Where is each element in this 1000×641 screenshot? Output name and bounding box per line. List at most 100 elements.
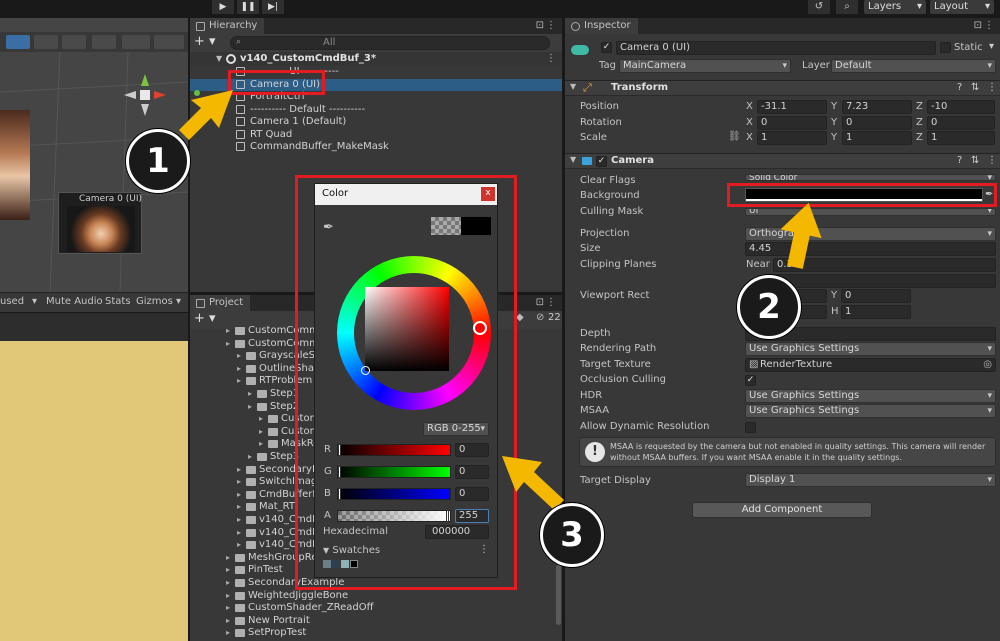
layout-dropdown[interactable]: Layout ▾ [930, 0, 994, 14]
add-button[interactable]: + ▾ [194, 34, 216, 50]
project-item[interactable]: ▸ WeightedJiggleBone [190, 590, 555, 602]
tab-inspector[interactable]: Inspector [565, 18, 638, 34]
expand-arrow-icon[interactable]: ▸ [237, 527, 241, 539]
expand-arrow-icon[interactable]: ▸ [248, 388, 252, 400]
hierarchy-item[interactable]: CommandBuffer_MakeMask [190, 141, 562, 153]
expand-arrow-icon[interactable]: ▸ [226, 338, 230, 350]
layers-dropdown[interactable]: Layers ▾ [864, 0, 926, 14]
expand-arrow-icon[interactable]: ▸ [248, 451, 252, 463]
position-y-field[interactable]: 7.23 [842, 100, 912, 114]
hierarchy-item[interactable]: RT Quad [190, 129, 562, 141]
rendering-path-dropdown[interactable]: Use Graphics Settings [745, 342, 996, 356]
pause-button[interactable]: ❚❚ [237, 0, 259, 14]
rotation-z-field[interactable]: 0 [927, 116, 995, 130]
scale-y-field[interactable]: 1 [842, 131, 912, 145]
static-checkbox[interactable] [940, 42, 951, 53]
msaa-dropdown[interactable]: Use Graphics Settings [745, 404, 996, 418]
far-field[interactable] [773, 274, 996, 288]
foldout-arrow-icon[interactable]: ▼ [570, 155, 576, 164]
expand-arrow-icon[interactable]: ▸ [226, 590, 230, 602]
expand-arrow-icon[interactable]: ▸ [237, 464, 241, 476]
project-item[interactable]: ▸ CustomShader_ZReadOff [190, 602, 555, 614]
add-component-button[interactable]: Add Component [692, 502, 872, 518]
step-button[interactable]: ▶| [262, 0, 284, 14]
expand-arrow-icon[interactable]: ▸ [259, 426, 263, 438]
scale-x-field[interactable]: 1 [757, 131, 827, 145]
scene-tool-button[interactable] [122, 35, 150, 49]
game-view[interactable] [0, 313, 188, 341]
gizmos-button[interactable]: Gizmos [136, 296, 173, 307]
active-checkbox[interactable]: ✓ [601, 42, 612, 53]
expand-arrow-icon[interactable]: ▼ [216, 52, 222, 66]
history-icon[interactable]: ↺ [808, 0, 830, 14]
hierarchy-item[interactable]: ---------- Default ---------- [190, 104, 562, 116]
hierarchy-search-input[interactable]: ⌕ All [230, 36, 550, 50]
tag-dropdown[interactable]: MainCamera [619, 59, 791, 73]
expand-arrow-icon[interactable]: ▸ [259, 413, 263, 425]
lock-icon[interactable]: ⊡ [536, 297, 544, 308]
axis-gizmo-icon[interactable] [120, 70, 170, 120]
project-item[interactable]: ▸ SetPropTest [190, 627, 555, 639]
link-icon[interactable]: ⛓ [728, 131, 741, 142]
project-item[interactable]: ▸ New Portrait [190, 615, 555, 627]
chevron-down-icon[interactable]: ▾ [989, 41, 994, 52]
camera-header[interactable]: ▼ ✓ Camera ? ⇅ ⋮ [565, 153, 1000, 169]
expand-arrow-icon[interactable]: ▸ [259, 438, 263, 450]
camera-enabled-checkbox[interactable]: ✓ [596, 156, 607, 167]
mute-audio-button[interactable]: Mute Audio [46, 296, 103, 307]
help-icon[interactable]: ? [957, 82, 962, 93]
expand-arrow-icon[interactable]: ▸ [237, 514, 241, 526]
more-menu-icon[interactable]: ⋮ [546, 52, 556, 66]
dynamic-resolution-checkbox[interactable] [745, 422, 756, 433]
tag-icon[interactable]: ◆ [516, 312, 524, 323]
scene-row[interactable]: ▼ v140_CustomCmdBuf_3* ⋮ [190, 52, 562, 66]
expand-arrow-icon[interactable]: ▸ [226, 564, 230, 576]
expand-arrow-icon[interactable]: ▸ [226, 577, 230, 589]
lock-icon[interactable]: ⊡ [536, 20, 544, 31]
target-display-dropdown[interactable]: Display 1 [745, 473, 996, 487]
expand-arrow-icon[interactable]: ▸ [237, 363, 241, 375]
more-menu-icon[interactable]: ⋮ [987, 155, 997, 166]
more-menu-icon[interactable]: ⋮ [984, 20, 994, 31]
target-texture-field[interactable]: ▨ RenderTexture ◎ [745, 358, 996, 372]
stats-button[interactable]: Stats [105, 296, 131, 307]
expand-arrow-icon[interactable]: ▸ [237, 476, 241, 488]
hdr-dropdown[interactable]: Use Graphics Settings [745, 389, 996, 403]
tab-project[interactable]: Project [190, 295, 251, 311]
foldout-arrow-icon[interactable]: ▼ [570, 82, 576, 91]
object-name-field[interactable]: Camera 0 (UI) [616, 41, 936, 55]
rotation-x-field[interactable]: 0 [757, 116, 827, 130]
viewport-y-field[interactable]: 0 [841, 289, 911, 303]
play-button[interactable]: ▶ [212, 0, 234, 14]
object-picker-icon[interactable]: ◎ [983, 359, 992, 371]
scene-tool-button[interactable] [154, 35, 184, 49]
tab-hierarchy[interactable]: Hierarchy [190, 18, 265, 34]
expand-arrow-icon[interactable]: ▸ [237, 539, 241, 551]
expand-arrow-icon[interactable]: ▸ [226, 552, 230, 564]
more-menu-icon[interactable]: ⋮ [546, 297, 556, 308]
expand-arrow-icon[interactable]: ▸ [237, 489, 241, 501]
scene-tool-button[interactable] [34, 35, 58, 49]
more-menu-icon[interactable]: ⋮ [987, 82, 997, 93]
help-icon[interactable]: ? [957, 155, 962, 166]
search-icon[interactable]: ⌕ [836, 0, 858, 14]
scene-tool-button[interactable] [92, 35, 116, 49]
expand-arrow-icon[interactable]: ▸ [237, 350, 241, 362]
scene-tool-button[interactable] [62, 35, 86, 49]
expand-arrow-icon[interactable]: ▸ [248, 401, 252, 413]
position-x-field[interactable]: -31.1 [757, 100, 827, 114]
expand-arrow-icon[interactable]: ▸ [226, 602, 230, 614]
viewport-h-field[interactable]: 1 [841, 305, 911, 319]
position-z-field[interactable]: -10 [927, 100, 995, 114]
expand-arrow-icon[interactable]: ▸ [237, 501, 241, 513]
hidden-count-icon[interactable]: ⊘ [536, 312, 544, 323]
rotation-y-field[interactable]: 0 [842, 116, 912, 130]
scene-tool-button[interactable] [6, 35, 30, 49]
scale-z-field[interactable]: 1 [927, 131, 995, 145]
clear-flags-dropdown[interactable]: Solid Color [745, 174, 996, 181]
layer-dropdown[interactable]: Default [831, 59, 996, 73]
lock-icon[interactable]: ⊡ [974, 20, 982, 31]
transform-header[interactable]: ▼ ⤢ Transform ? ⇅ ⋮ [565, 80, 1000, 96]
presets-icon[interactable]: ⇅ [971, 155, 979, 166]
expand-arrow-icon[interactable]: ▸ [226, 325, 230, 337]
